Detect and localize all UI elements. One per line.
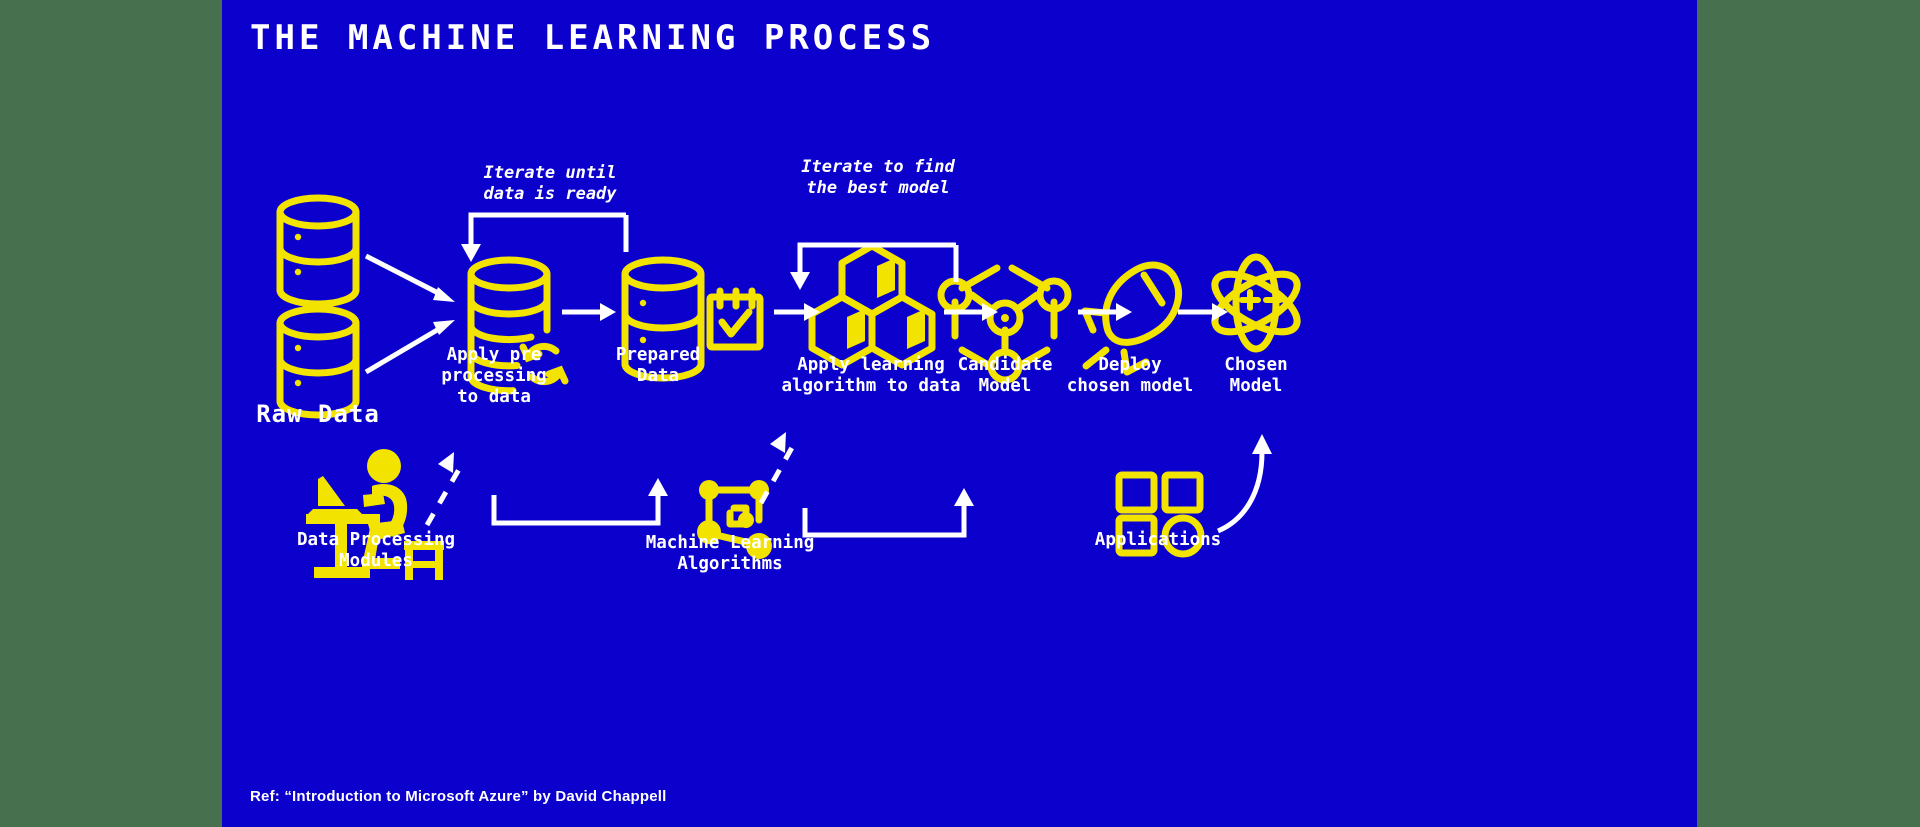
label-preprocessing: Apply pre processing to data xyxy=(441,345,547,407)
label-applications: Applications xyxy=(1094,530,1222,550)
slide-panel: THE MACHINE LEARNING PROCESS Raw Data Ap… xyxy=(222,0,1697,827)
screenshot-root: THE MACHINE LEARNING PROCESS Raw Data Ap… xyxy=(0,0,1920,827)
icon-layer xyxy=(276,194,1301,580)
loop-data-top-connector xyxy=(461,212,629,262)
reference-footer: Ref: “Introduction to Microsoft Azure” b… xyxy=(250,788,667,805)
label-raw-data: Raw Data xyxy=(256,400,380,428)
arrow-rawdata-top xyxy=(364,253,455,302)
loop-model-top-connector xyxy=(790,242,959,290)
arrow-preprocess-to-prepared xyxy=(562,303,616,321)
label-chosen-model: Chosen Model xyxy=(1224,355,1288,396)
hexagon-cluster-icon xyxy=(808,242,936,369)
label-data-processing-modules: Data Processing Modules xyxy=(296,530,456,571)
label-prepared-data: Prepared Data xyxy=(615,345,701,386)
label-candidate-model: Candidate Model xyxy=(957,355,1053,396)
loop-model-bottom-connector xyxy=(802,488,974,538)
atom-icon xyxy=(1211,253,1301,353)
label-apply-learning: Apply learning algorithm to data xyxy=(781,355,961,396)
dashed-arrow-modules-to-preprocess xyxy=(424,452,465,527)
curved-arrow-applications-to-chosen xyxy=(1216,434,1272,534)
database-stack-icon xyxy=(276,194,360,419)
dashed-arrow-algorithms-to-learning xyxy=(758,432,797,505)
label-deploy: Deploy chosen model xyxy=(1066,355,1194,396)
label-ml-algorithms: Machine Learning Algorithms xyxy=(645,533,815,574)
label-loop-data: Iterate until data is ready xyxy=(483,163,617,204)
loop-preprocess-bottom-connector xyxy=(491,478,668,526)
label-loop-model: Iterate to find the best model xyxy=(801,157,955,198)
diagram-canvas: Raw Data Apply pre processing to data Pr… xyxy=(222,0,1697,827)
